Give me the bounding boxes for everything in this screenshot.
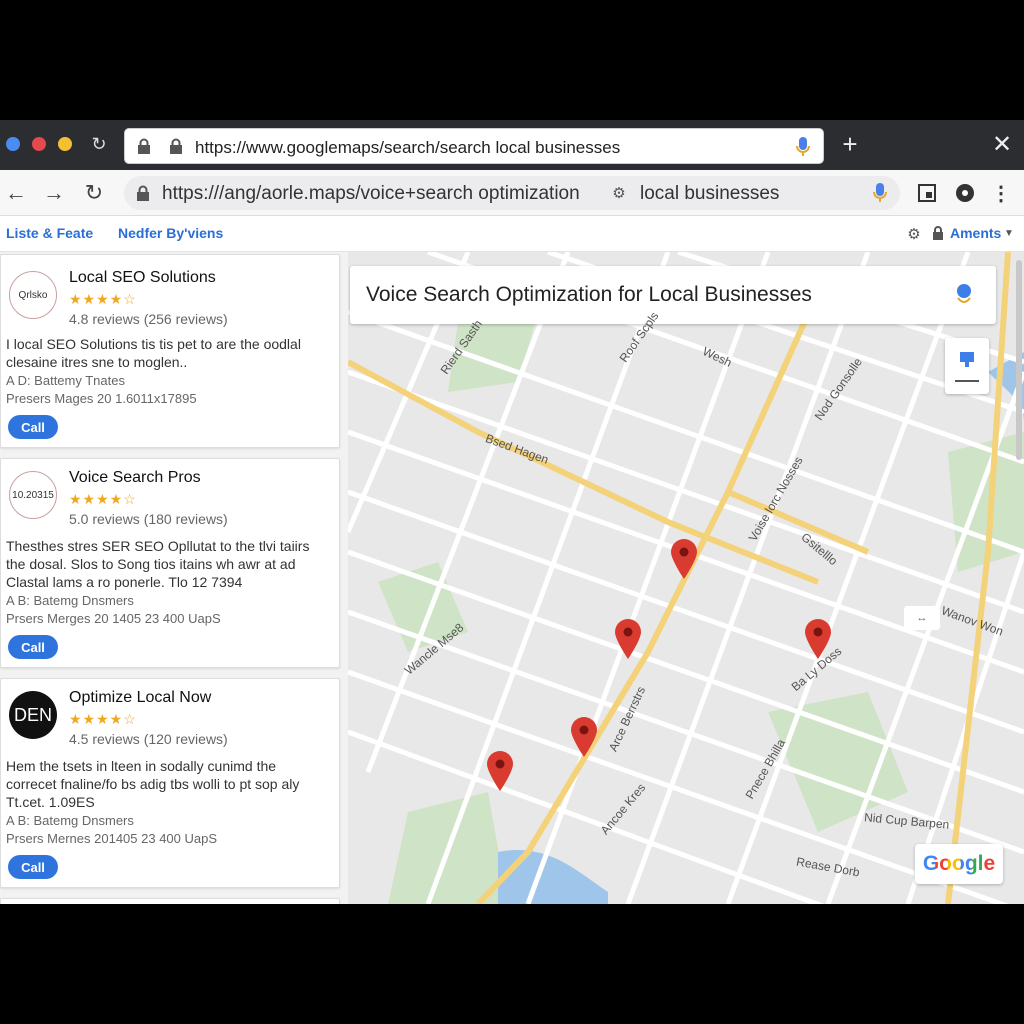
voice-search-icon[interactable] [954,282,974,308]
map-pin-icon[interactable] [614,618,642,660]
page-scrollbar[interactable] [1016,260,1022,460]
business-address: A D: Battemy Tnates [6,373,125,388]
account-menu[interactable]: Aments [950,225,1001,241]
map-pin-icon[interactable] [486,750,514,792]
lock-icon [932,225,944,241]
title-bar: ↻ https://www.googlemaps/search/search l… [0,120,1024,170]
google-logo: Google [915,844,1003,884]
mic-icon[interactable] [872,182,888,204]
cast-icon[interactable] [916,182,938,204]
business-address: A B: Batemg Dnsmers [6,593,134,608]
business-logo: DEN [9,691,57,739]
listing-card[interactable]: Qrlsko Local SEO Solutions ★★★★☆ 4.8 rev… [0,254,340,448]
listing-panel: Qrlsko Local SEO Solutions ★★★★☆ 4.8 rev… [0,252,348,904]
business-meta: Prsers Mernes 201405 23 400 UapS [6,831,218,846]
map-pin-icon[interactable] [670,538,698,580]
google-logo-text: Google [922,852,996,875]
business-description-line: I local SEO Solutions tis tis pet to are… [6,336,301,352]
business-name[interactable]: Local SEO Solutions [69,269,216,287]
call-button[interactable]: Call [8,635,58,659]
business-description-line: Clastal lams a ro ponerle. Tlo 12 7394 [6,574,243,590]
window-control-yellow[interactable] [58,137,72,151]
filter-link[interactable]: Liste & Feate [6,225,93,241]
sub-navigation-bar: Liste & Feate Nedfer By'viens ⚙ Aments ▼ [0,216,1024,252]
nav-url-text: https:///ang/aorle.maps/voice+search opt… [162,183,580,204]
business-address: A B: Batemg Dnsmers [6,813,134,828]
window-control-red[interactable] [32,137,46,151]
business-logo: 10.20315 [9,471,57,519]
navigation-bar: ← → ↻ https:///ang/aorle.maps/voice+sear… [0,170,1024,216]
plus-icon[interactable]: + [838,129,862,159]
window-control-blue[interactable] [6,137,20,151]
review-count: 5.0 reviews (180 reviews) [69,511,228,527]
business-description-line: Tt.cet. 1.09ES [6,794,95,810]
close-icon[interactable]: ✕ [990,131,1014,158]
business-description-line: correcet fnaline/fo bs adig tbs wolli to… [6,776,300,792]
nav-url-suffix: local businesses [640,183,780,204]
nav-address-bar[interactable]: https:///ang/aorle.maps/voice+search opt… [124,176,900,210]
mic-icon[interactable] [795,136,811,158]
business-meta: Prsers Merges 20 1405 23 400 UapS [6,611,221,626]
top-address-bar[interactable]: https://www.googlemaps/search/search loc… [124,128,824,164]
extension-icon[interactable] [954,182,976,204]
business-meta: Presers Mages 20 1.6011x17895 [6,391,197,406]
reload-tab-icon[interactable]: ↻ [88,133,110,155]
review-count: 4.8 reviews (256 reviews) [69,311,228,327]
forward-arrow-icon[interactable]: → [42,180,66,205]
more-menu-icon[interactable]: ⋮ [991,182,1011,205]
business-description-line: Hem the tsets in lteen in sodally cunimd… [6,758,277,774]
map-pin-icon[interactable] [804,618,832,660]
settings-icon[interactable]: ⚙ [904,224,924,244]
business-logo: Qrlsko [9,271,57,319]
listing-card[interactable]: DEN Optimize Local Now ★★★★☆ 4.5 reviews… [0,678,340,888]
map-pin-icon[interactable] [570,716,598,758]
site-settings-icon[interactable]: ⚙ [610,184,628,202]
lock-icon-secondary [169,138,183,154]
layers-divider [955,380,979,382]
top-url-text: https://www.googlemaps/search/search loc… [195,138,621,157]
layers-button[interactable] [945,338,989,394]
business-name[interactable]: Optimize Local Now [69,689,211,707]
star-rating: ★★★★☆ [69,491,137,507]
business-description-line: the dosal. Slos to Song tios itains wh a… [6,556,296,572]
lock-icon [136,185,150,201]
review-count: 4.5 reviews (120 reviews) [69,731,228,747]
map-search-box[interactable]: Voice Search Optimization for Local Busi… [350,266,996,324]
map-search-text: Voice Search Optimization for Local Busi… [366,283,812,306]
listing-card-partial[interactable] [0,898,340,904]
reload-icon[interactable]: ↻ [82,180,106,205]
call-button[interactable]: Call [8,415,58,439]
map-view[interactable]: Voice Search Optimization for Local Busi… [348,252,1024,904]
back-arrow-icon[interactable]: ← [4,180,28,205]
chevron-down-icon[interactable]: ▼ [1003,226,1015,240]
call-button[interactable]: Call [8,855,58,879]
scale-icon[interactable]: ↔ [904,606,940,630]
nearby-link[interactable]: Nedfer By'viens [118,225,223,241]
business-name[interactable]: Voice Search Pros [69,469,201,487]
listing-card[interactable]: 10.20315 Voice Search Pros ★★★★☆ 5.0 rev… [0,458,340,668]
lock-icon [137,138,151,154]
layers-icon [957,350,977,370]
browser-window: ↻ https://www.googlemaps/search/search l… [0,120,1024,904]
star-rating: ★★★★☆ [69,291,137,307]
star-rating: ★★★★☆ [69,711,137,727]
business-description-line: Thesthes stres SER SEO Opllutat to the t… [6,538,310,554]
business-description-line: clesaine itres sne to moglen.. [6,354,188,370]
